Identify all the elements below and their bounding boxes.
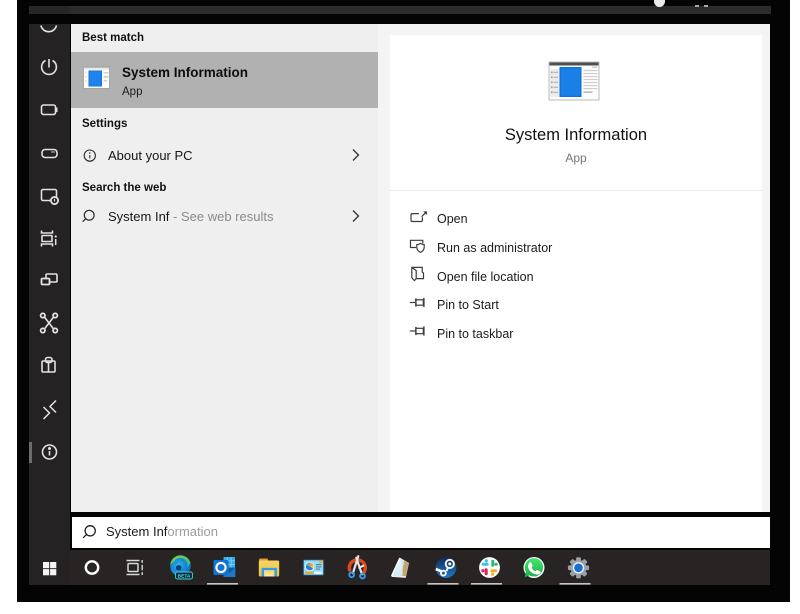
- svg-text:BETA: BETA: [178, 573, 191, 579]
